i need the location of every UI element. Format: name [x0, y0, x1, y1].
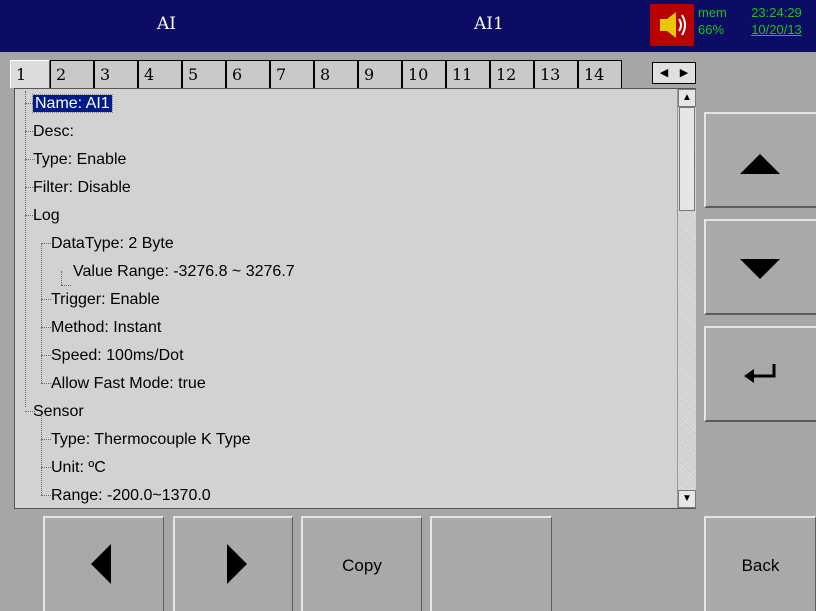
enter-icon — [744, 364, 776, 383]
title-bar: AI AI1 mem 66% 23:24:29 10/20/13 — [0, 0, 816, 52]
tab-2[interactable]: 2 — [50, 60, 94, 88]
tree-item-method[interactable]: Method: Instant — [51, 314, 161, 342]
screen-title: AI — [157, 14, 176, 34]
up-arrow-icon — [740, 154, 780, 174]
tab-14[interactable]: 14 — [578, 60, 622, 88]
memory-indicator: mem 66% — [696, 4, 736, 46]
left-arrow-icon — [91, 544, 111, 584]
tree-item-sensor-type[interactable]: Type: Thermocouple K Type — [51, 426, 251, 454]
tab-scroll: ◀ ▶ — [652, 62, 696, 84]
memory-value: 66% — [698, 22, 725, 37]
tab-1[interactable]: 1 — [10, 60, 50, 88]
tree-item-fast-mode[interactable]: Allow Fast Mode: true — [51, 370, 206, 398]
tab-5[interactable]: 5 — [182, 60, 226, 88]
settings-tree: Name: AI1 Desc: Type: Enable Filter: Dis… — [15, 89, 677, 508]
tab-8[interactable]: 8 — [314, 60, 358, 88]
scroll-down-icon[interactable]: ▼ — [678, 490, 696, 508]
prev-button[interactable] — [43, 516, 164, 611]
tree-item-trigger[interactable]: Trigger: Enable — [51, 286, 160, 314]
tab-4[interactable]: 4 — [138, 60, 182, 88]
tab-11[interactable]: 11 — [446, 60, 490, 88]
channel-title: AI1 — [474, 14, 504, 34]
tree-scrollbar[interactable]: ▲ ▼ — [677, 89, 696, 508]
clock-time: 23:24:29 — [751, 5, 802, 20]
move-up-button[interactable] — [704, 112, 816, 208]
tree-item-name[interactable]: Name: AI1 — [32, 90, 113, 118]
tree-item-range[interactable]: Range: -200.0~1370.0 — [51, 482, 211, 508]
tree-item-value-range[interactable]: Value Range: -3276.8 ~ 3276.7 — [73, 258, 295, 286]
tab-6[interactable]: 6 — [226, 60, 270, 88]
copy-label: Copy — [342, 556, 382, 575]
tree-item-unit[interactable]: Unit: ºC — [51, 454, 106, 482]
tab-bar: 1 2 3 4 5 6 7 8 9 10 11 12 13 14 ◀ ▶ — [10, 60, 696, 88]
next-button[interactable] — [173, 516, 293, 611]
clock-date: 10/20/13 — [751, 22, 802, 37]
back-label: Back — [741, 556, 780, 575]
tab-10[interactable]: 10 — [402, 60, 446, 88]
scrollbar-thumb[interactable] — [679, 107, 695, 211]
speaker-icon[interactable] — [650, 4, 694, 46]
tab-7[interactable]: 7 — [270, 60, 314, 88]
tree-item-name-label: Name: AI1 — [32, 94, 113, 113]
down-arrow-icon — [740, 259, 780, 279]
settings-tree-panel: Name: AI1 Desc: Type: Enable Filter: Dis… — [14, 88, 696, 509]
right-arrow-icon — [227, 544, 247, 584]
blank-button[interactable] — [430, 516, 552, 611]
tree-item-speed[interactable]: Speed: 100ms/Dot — [51, 342, 184, 370]
tab-12[interactable]: 12 — [490, 60, 534, 88]
back-button[interactable]: Back — [704, 516, 816, 611]
tree-item-type[interactable]: Type: Enable — [33, 146, 126, 174]
tree-item-log[interactable]: Log — [33, 202, 60, 230]
tree-item-sensor[interactable]: Sensor — [33, 398, 84, 426]
memory-label: mem — [698, 5, 727, 20]
clock: 23:24:29 10/20/13 — [737, 4, 816, 46]
tab-scroll-left-icon[interactable]: ◀ — [655, 66, 673, 79]
tab-3[interactable]: 3 — [94, 60, 138, 88]
enter-button[interactable] — [704, 326, 816, 422]
tree-item-datatype[interactable]: DataType: 2 Byte — [51, 230, 174, 258]
scroll-up-icon[interactable]: ▲ — [678, 89, 696, 107]
tab-scroll-right-icon[interactable]: ▶ — [675, 66, 693, 79]
tree-item-desc[interactable]: Desc: — [33, 118, 74, 146]
tree-item-filter[interactable]: Filter: Disable — [33, 174, 131, 202]
tab-9[interactable]: 9 — [358, 60, 402, 88]
move-down-button[interactable] — [704, 219, 816, 315]
copy-button[interactable]: Copy — [301, 516, 422, 611]
tab-13[interactable]: 13 — [534, 60, 578, 88]
